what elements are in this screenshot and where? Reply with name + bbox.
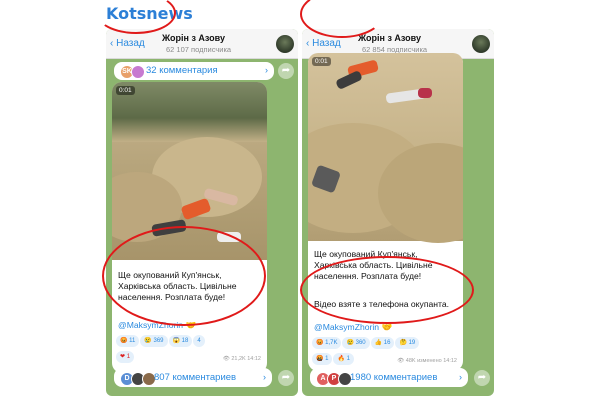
- annotation-circle: [300, 256, 474, 324]
- reaction-pill[interactable]: 🤬 1: [312, 353, 333, 365]
- comments-strip-bottom[interactable]: AP 1980 комментариев ›: [310, 368, 468, 387]
- share-icon[interactable]: ➦: [278, 370, 294, 386]
- views-and-time: 👁 21,2K 14:12: [222, 356, 261, 362]
- views-and-time: 👁 48K изменено 14:12: [397, 358, 457, 364]
- reaction-pill[interactable]: ❤ 1: [116, 351, 135, 363]
- left-telegram-screenshot: ‹ Назад Жорін з Азову 62 107 подписчика …: [106, 29, 298, 396]
- subscriber-count: 62 107 подписчика: [166, 45, 232, 54]
- right-telegram-screenshot: ‹ Назад Жорін з Азову 62 854 подписчика …: [302, 29, 494, 396]
- reactions-row: 😡 1,7K 😢 360 👍 16 🤔 19: [312, 337, 420, 349]
- channel-title: Жорін з Азову: [162, 33, 225, 43]
- video-thumbnail[interactable]: 0:01: [308, 53, 463, 243]
- annotation-circle: [102, 226, 266, 326]
- commenter-avatars: D: [120, 372, 156, 390]
- commenter-avatars: AP: [316, 372, 352, 390]
- comments-strip-bottom[interactable]: D 807 комментариев ›: [114, 368, 272, 387]
- back-button[interactable]: ‹ Назад: [110, 38, 145, 49]
- chevron-right-icon: ›: [265, 65, 268, 75]
- reaction-pill[interactable]: 😡 1,7K: [312, 337, 342, 349]
- channel-title: Жорін з Азову: [358, 33, 421, 43]
- reaction-pill[interactable]: 😡 11: [116, 335, 140, 347]
- share-icon[interactable]: ➦: [474, 370, 490, 386]
- back-label: Назад: [312, 38, 341, 49]
- back-button[interactable]: ‹ Назад: [306, 38, 341, 49]
- video-duration: 0:01: [116, 86, 135, 95]
- reaction-pill[interactable]: 😢 369: [140, 335, 168, 347]
- chevron-right-icon: ›: [263, 372, 266, 382]
- figure: [418, 88, 432, 98]
- reaction-pill[interactable]: 😢 360: [342, 337, 370, 349]
- reactions-row: 😡 11 😢 369 😱 18 4: [116, 335, 206, 347]
- avatar: [131, 65, 145, 79]
- commenter-avatars: SK: [120, 65, 145, 83]
- back-label: Назад: [116, 38, 145, 49]
- comments-count-label: 32 комментария: [146, 65, 218, 76]
- reactions-row-2: ❤ 1: [116, 351, 135, 363]
- video-duration: 0:01: [312, 57, 331, 66]
- reactions-row-2: 🤬 1 🔥 1: [312, 353, 355, 365]
- chevron-right-icon: ›: [459, 372, 462, 382]
- trees-background: [112, 82, 267, 142]
- share-icon[interactable]: ➦: [278, 63, 294, 79]
- reaction-pill[interactable]: 👍 16: [370, 337, 395, 349]
- reaction-pill[interactable]: 🔥 1: [333, 353, 354, 365]
- reaction-pill[interactable]: 4: [193, 335, 205, 347]
- channel-avatar[interactable]: [472, 35, 490, 53]
- channel-avatar[interactable]: [276, 35, 294, 53]
- reaction-pill[interactable]: 🤔 19: [395, 337, 420, 349]
- reaction-pill[interactable]: 😱 18: [168, 335, 193, 347]
- comments-strip-top[interactable]: SK 32 комментария ›: [114, 62, 274, 80]
- comments-count-label: 807 комментариев: [154, 372, 237, 383]
- comments-count-label: 1980 комментариев: [350, 372, 438, 383]
